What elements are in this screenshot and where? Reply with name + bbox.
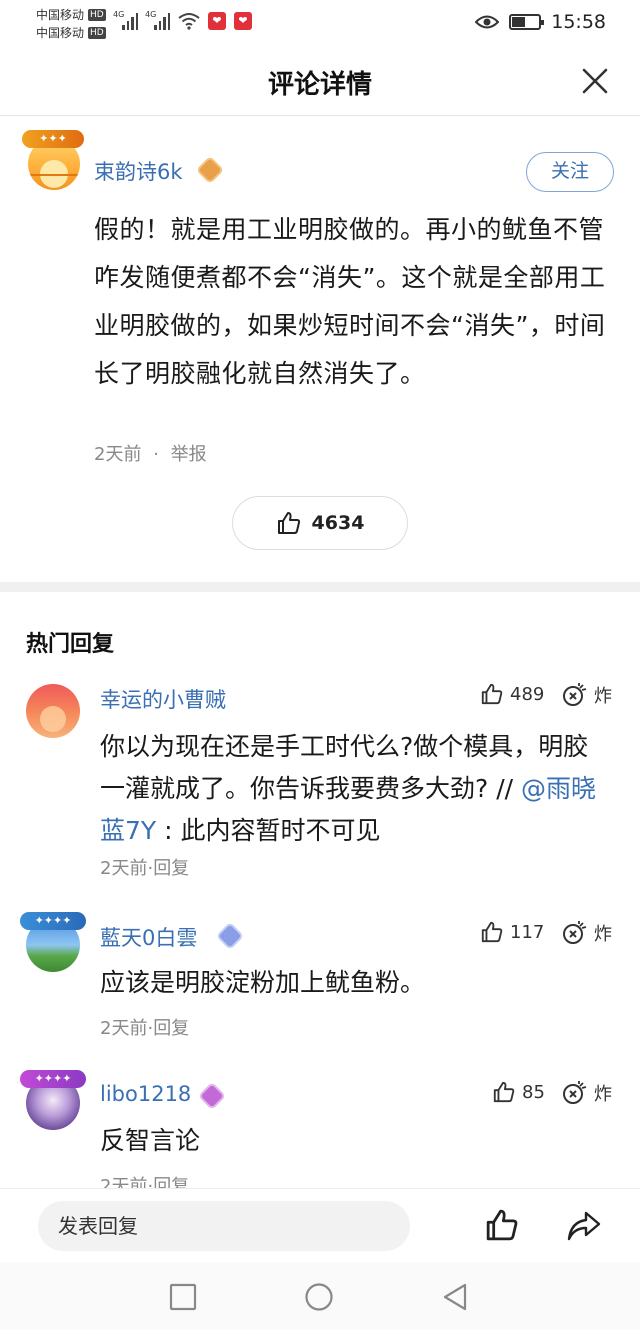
follow-button[interactable]: 关注 — [526, 152, 614, 192]
avatar[interactable] — [26, 684, 80, 738]
bomb-button[interactable]: 炸 — [562, 682, 612, 708]
fan-medal-icon: ✦✦✦✦ — [20, 1070, 86, 1088]
reply-like-count: 85 — [522, 1081, 545, 1103]
meta-separator: · — [153, 444, 159, 465]
thumbs-up-icon — [481, 683, 503, 705]
wifi-icon — [178, 13, 200, 30]
reply-link[interactable]: 回复 — [153, 1176, 189, 1188]
reply-time: 2天前 — [100, 1018, 148, 1039]
signal-icon: 4G — [113, 10, 138, 30]
reply-text-main: 你以为现在还是手工时代么?做个模具，明胶一灌就成了。你告诉我要费多大劲? // — [100, 732, 589, 803]
signal-icon: 4G — [145, 10, 170, 30]
fan-medal-icon: ✦✦✦✦ — [20, 912, 86, 930]
comment-text: 假的！就是用工业明胶做的。再小的鱿鱼不管咋发随便煮都不会“消失”。这个就是全部用… — [94, 215, 606, 388]
reply-text: 反智言论 — [100, 1126, 201, 1155]
carrier-2: 中国移动 — [36, 26, 85, 40]
level-badge-icon — [197, 1081, 227, 1111]
thumbs-up-icon — [277, 512, 300, 534]
reply-item: 幸运的小曹贼 489 炸 你以为现在还是手工时代么?做个模具，明胶一灌就成了。你… — [0, 670, 640, 890]
fan-medal-icon: ✦✦✦ — [22, 130, 84, 148]
thumbs-up-icon — [493, 1081, 515, 1103]
reply-text: 你以为现在还是手工时代么?做个模具，明胶一灌就成了。你告诉我要费多大劲? // … — [100, 726, 600, 852]
comment-time: 2天前 — [94, 444, 142, 465]
page-title: 评论详情 — [267, 70, 372, 100]
like-button[interactable]: 4634 — [232, 496, 408, 550]
app-notification-icon: ❤ — [208, 12, 226, 30]
app-notification-icon: ❤ — [234, 12, 252, 30]
level-badge-icon — [215, 921, 245, 951]
bomb-label: 炸 — [594, 924, 612, 945]
section-divider — [0, 582, 640, 592]
reply-time: 2天前 — [100, 1176, 148, 1188]
bomb-button[interactable]: 炸 — [562, 920, 612, 946]
username[interactable]: 束韵诗6k — [94, 156, 183, 186]
close-icon[interactable] — [580, 66, 610, 96]
battery-icon — [509, 14, 545, 30]
reply-meta: 2天前·回复 — [100, 1172, 189, 1188]
thumbs-up-icon — [481, 921, 503, 943]
header: 评论详情 — [0, 48, 640, 116]
username[interactable]: 幸运的小曹贼 — [100, 684, 226, 714]
reply-item: ✦✦✦✦ 藍天0白雲 117 炸 应该是明胶淀粉加上鱿鱼粉。 2天前·回复 — [0, 906, 640, 1046]
bottom-bar: 发表回复 — [0, 1188, 640, 1262]
bomb-label: 炸 — [594, 686, 612, 707]
reply-item: ✦✦✦✦ libo1218 85 炸 反智言论 2天前·回复 — [0, 1064, 640, 1188]
username[interactable]: libo1218 — [100, 1082, 191, 1106]
hd-badge-1: HD — [88, 9, 106, 21]
reply-time: 2天前 — [100, 858, 148, 879]
clock: 15:58 — [551, 11, 606, 33]
reply-like-button[interactable]: 85 — [492, 1080, 545, 1104]
bomb-icon — [563, 921, 587, 944]
reply-meta: 2天前·回复 — [100, 858, 190, 879]
comment-meta: 2天前 · 举报 — [94, 440, 207, 466]
reply-meta: 2天前·回复 — [100, 1018, 190, 1039]
home-icon[interactable] — [304, 1282, 334, 1312]
share-icon[interactable] — [566, 1209, 602, 1243]
like-count: 4634 — [311, 512, 365, 534]
bomb-label: 炸 — [594, 1084, 612, 1105]
avatar[interactable]: ✦✦✦ — [22, 124, 84, 194]
status-bar: 中国移动 HD 中国移动 HD 4G 4G ❤ ❤ 15:58 — [0, 0, 640, 48]
hd-badge-2: HD — [88, 27, 106, 39]
network-type-1: 4G — [113, 10, 125, 19]
bomb-icon — [563, 1081, 587, 1104]
bomb-button[interactable]: 炸 — [562, 1080, 612, 1106]
reply-like-button[interactable]: 489 — [480, 682, 544, 706]
username[interactable]: 藍天0白雲 — [100, 922, 197, 952]
hot-replies-title: 热门回复 — [26, 632, 115, 657]
bomb-icon — [563, 683, 587, 706]
reply-like-count: 117 — [510, 921, 545, 943]
main-comment: ✦✦✦ 束韵诗6k 关注 假的！就是用工业明胶做的。再小的鱿鱼不管咋发随便煮都不… — [0, 116, 640, 584]
reply-text-after: : 此内容暂时不可见 — [156, 816, 381, 845]
reply-link[interactable]: 回复 — [153, 858, 189, 879]
report-link[interactable]: 举报 — [171, 444, 207, 465]
reply-link[interactable]: 回复 — [153, 1018, 189, 1039]
recent-apps-icon[interactable] — [168, 1282, 198, 1312]
signal-group: 4G 4G ❤ ❤ — [113, 10, 252, 30]
reply-input[interactable]: 发表回复 — [38, 1201, 410, 1251]
network-type-2: 4G — [145, 10, 157, 19]
carrier-1: 中国移动 — [36, 8, 85, 22]
reply-text: 应该是明胶淀粉加上鱿鱼粉。 — [100, 968, 426, 997]
status-right: 15:58 — [475, 11, 606, 33]
thumbs-up-icon[interactable] — [484, 1207, 520, 1243]
back-icon[interactable] — [440, 1282, 470, 1312]
eye-icon — [475, 15, 500, 29]
carrier-info: 中国移动 HD 中国移动 HD — [36, 6, 106, 42]
system-nav-bar — [0, 1262, 640, 1330]
reply-like-button[interactable]: 117 — [480, 920, 544, 944]
reply-like-count: 489 — [510, 683, 545, 705]
level-badge-icon — [195, 155, 225, 185]
